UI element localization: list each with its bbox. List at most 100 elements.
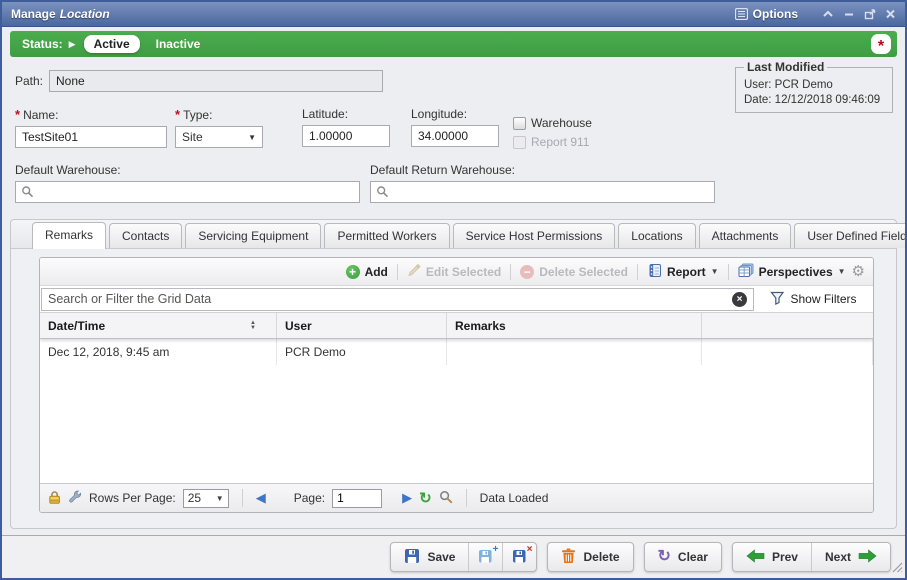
- path-field[interactable]: [49, 70, 383, 92]
- column-header-user[interactable]: User: [277, 313, 447, 338]
- default-warehouse-label: Default Warehouse:: [15, 163, 360, 177]
- rows-per-page-label: Rows Per Page:: [89, 491, 176, 505]
- remove-icon: −: [520, 265, 534, 279]
- arrow-left-icon: [746, 549, 765, 566]
- status-bar: Status: ▶ Active Inactive *: [10, 31, 897, 57]
- tab-locations[interactable]: Locations: [618, 223, 695, 248]
- filter-funnel-icon: [770, 291, 785, 308]
- tab-contacts[interactable]: Contacts: [109, 223, 182, 248]
- sort-icon[interactable]: ▲▼: [250, 321, 256, 331]
- column-header-datetime[interactable]: Date/Time ▲▼: [40, 313, 277, 338]
- chevron-down-icon: ▼: [216, 494, 224, 503]
- report-911-label: Report 911: [531, 135, 589, 149]
- page-input[interactable]: [332, 489, 382, 508]
- cell-remarks: [447, 339, 702, 365]
- status-label: Status:: [22, 37, 63, 51]
- name-field[interactable]: [15, 126, 167, 148]
- clear-button[interactable]: ↻ Clear: [645, 543, 721, 571]
- add-icon: +: [346, 265, 360, 279]
- longitude-field[interactable]: [411, 125, 499, 147]
- required-icon: *: [175, 107, 180, 122]
- options-label: Options: [753, 7, 798, 21]
- rows-per-page-select[interactable]: 25 ▼: [183, 489, 229, 508]
- warehouse-checkbox[interactable]: [513, 117, 526, 130]
- next-button[interactable]: Next: [811, 543, 890, 571]
- tab-attachments[interactable]: Attachments: [699, 223, 792, 248]
- gear-icon[interactable]: ⚙: [852, 264, 865, 279]
- manage-location-window: Manage Location Options: [0, 0, 907, 580]
- warehouse-label: Warehouse: [531, 116, 592, 130]
- save-and-close-button[interactable]: ×: [502, 543, 536, 571]
- table-row[interactable]: Dec 12, 2018, 9:45 am PCR Demo: [40, 339, 873, 365]
- minimize-icon[interactable]: [843, 9, 855, 19]
- latitude-field[interactable]: [302, 125, 390, 147]
- tab-strip: Remarks Contacts Servicing Equipment Per…: [11, 220, 896, 249]
- tab-remarks[interactable]: Remarks: [32, 222, 106, 249]
- save-button-group: Save + ×: [390, 542, 537, 572]
- prev-button[interactable]: Prev: [733, 543, 811, 571]
- show-filters-label: Show Filters: [790, 292, 856, 306]
- delete-button[interactable]: Delete: [548, 543, 632, 571]
- save-floppy-icon: [404, 548, 420, 567]
- report-label: Report: [667, 265, 706, 279]
- column-header-empty: [702, 313, 873, 338]
- title-entity: Location: [60, 7, 110, 21]
- show-filters-button[interactable]: Show Filters: [754, 291, 873, 308]
- cell-user: PCR Demo: [277, 339, 447, 365]
- last-modified-panel: Last Modified User: PCR Demo Date: 12/12…: [735, 60, 893, 113]
- required-indicator-badge: *: [871, 34, 891, 54]
- asterisk-icon: *: [878, 42, 884, 52]
- longitude-label: Longitude:: [411, 107, 499, 121]
- status-active-button[interactable]: Active: [84, 35, 140, 53]
- report-book-icon: [647, 263, 662, 281]
- clear-search-button[interactable]: ×: [732, 292, 747, 307]
- tab-service-host-permissions[interactable]: Service Host Permissions: [453, 223, 616, 248]
- clear-label: Clear: [678, 550, 708, 564]
- delete-label: Delete: [583, 550, 619, 564]
- wrench-icon[interactable]: [68, 490, 82, 507]
- pager-separator: [242, 489, 243, 507]
- plus-badge-icon: +: [493, 546, 499, 554]
- report-911-checkbox-row: Report 911: [513, 135, 592, 149]
- tab-servicing-equipment[interactable]: Servicing Equipment: [185, 223, 321, 248]
- title-prefix: Manage: [11, 7, 56, 21]
- tab-user-defined-fields[interactable]: User Defined Fields: [794, 223, 907, 248]
- last-modified-date: Date: 12/12/2018 09:46:09: [744, 94, 884, 106]
- close-icon[interactable]: [885, 9, 896, 19]
- default-warehouse-field[interactable]: [15, 181, 360, 203]
- perspectives-button[interactable]: Perspectives ▼: [738, 263, 846, 281]
- status-inactive-button[interactable]: Inactive: [156, 37, 201, 51]
- save-close-floppy-icon: [512, 548, 527, 566]
- add-button[interactable]: + Add: [346, 265, 388, 279]
- type-select[interactable]: Site ▼: [175, 126, 263, 148]
- next-page-button[interactable]: ▶: [402, 490, 412, 506]
- lock-icon[interactable]: [48, 490, 61, 507]
- report-911-checkbox: [513, 136, 526, 149]
- clear-button-group: ↻ Clear: [644, 542, 722, 572]
- resize-handle[interactable]: [892, 562, 903, 576]
- popout-icon[interactable]: [864, 9, 876, 20]
- save-label: Save: [427, 550, 455, 564]
- save-button[interactable]: Save: [391, 543, 468, 571]
- report-button[interactable]: Report ▼: [647, 263, 719, 281]
- last-modified-user: User: PCR Demo: [744, 79, 884, 91]
- column-header-remarks[interactable]: Remarks: [447, 313, 702, 338]
- grid-empty-area: [40, 365, 873, 483]
- window-titlebar: Manage Location Options: [2, 2, 905, 27]
- prev-page-button[interactable]: ◀: [256, 490, 266, 506]
- grid-search-input[interactable]: [41, 288, 754, 311]
- tab-permitted-workers[interactable]: Permitted Workers: [324, 223, 449, 248]
- cell-empty: [702, 339, 873, 365]
- collapse-icon[interactable]: [822, 9, 834, 19]
- save-and-new-button[interactable]: +: [468, 543, 502, 571]
- options-button[interactable]: Options: [735, 7, 798, 21]
- add-label: Add: [365, 265, 388, 279]
- search-columns-icon[interactable]: [439, 490, 453, 507]
- search-icon: [21, 185, 34, 201]
- type-select-value: Site: [182, 130, 248, 144]
- close-icon: ×: [737, 294, 743, 305]
- default-return-warehouse-field[interactable]: [370, 181, 715, 203]
- pager-separator: [466, 489, 467, 507]
- grid-search-row: × Show Filters: [40, 286, 873, 313]
- refresh-icon[interactable]: ↻: [419, 491, 432, 506]
